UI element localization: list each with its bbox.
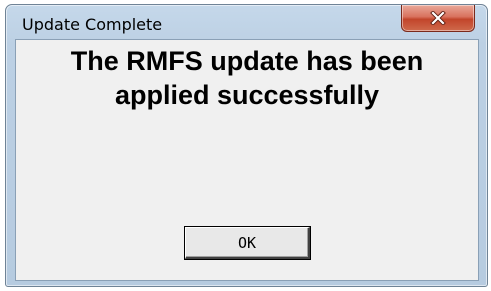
message-line-1: The RMFS update has been: [70, 46, 424, 76]
close-button[interactable]: [401, 5, 475, 32]
window-title: Update Complete: [22, 15, 163, 34]
message-line-2: applied successfully: [114, 80, 380, 110]
update-message: The RMFS update has been applied success…: [16, 44, 478, 112]
dialog-content: The RMFS update has been applied success…: [15, 39, 479, 281]
close-x-icon: [430, 11, 446, 25]
ok-button[interactable]: OK: [185, 227, 310, 259]
title-bar[interactable]: Update Complete: [6, 5, 487, 38]
dialog-window: Update Complete The RMFS update has been…: [5, 4, 488, 287]
